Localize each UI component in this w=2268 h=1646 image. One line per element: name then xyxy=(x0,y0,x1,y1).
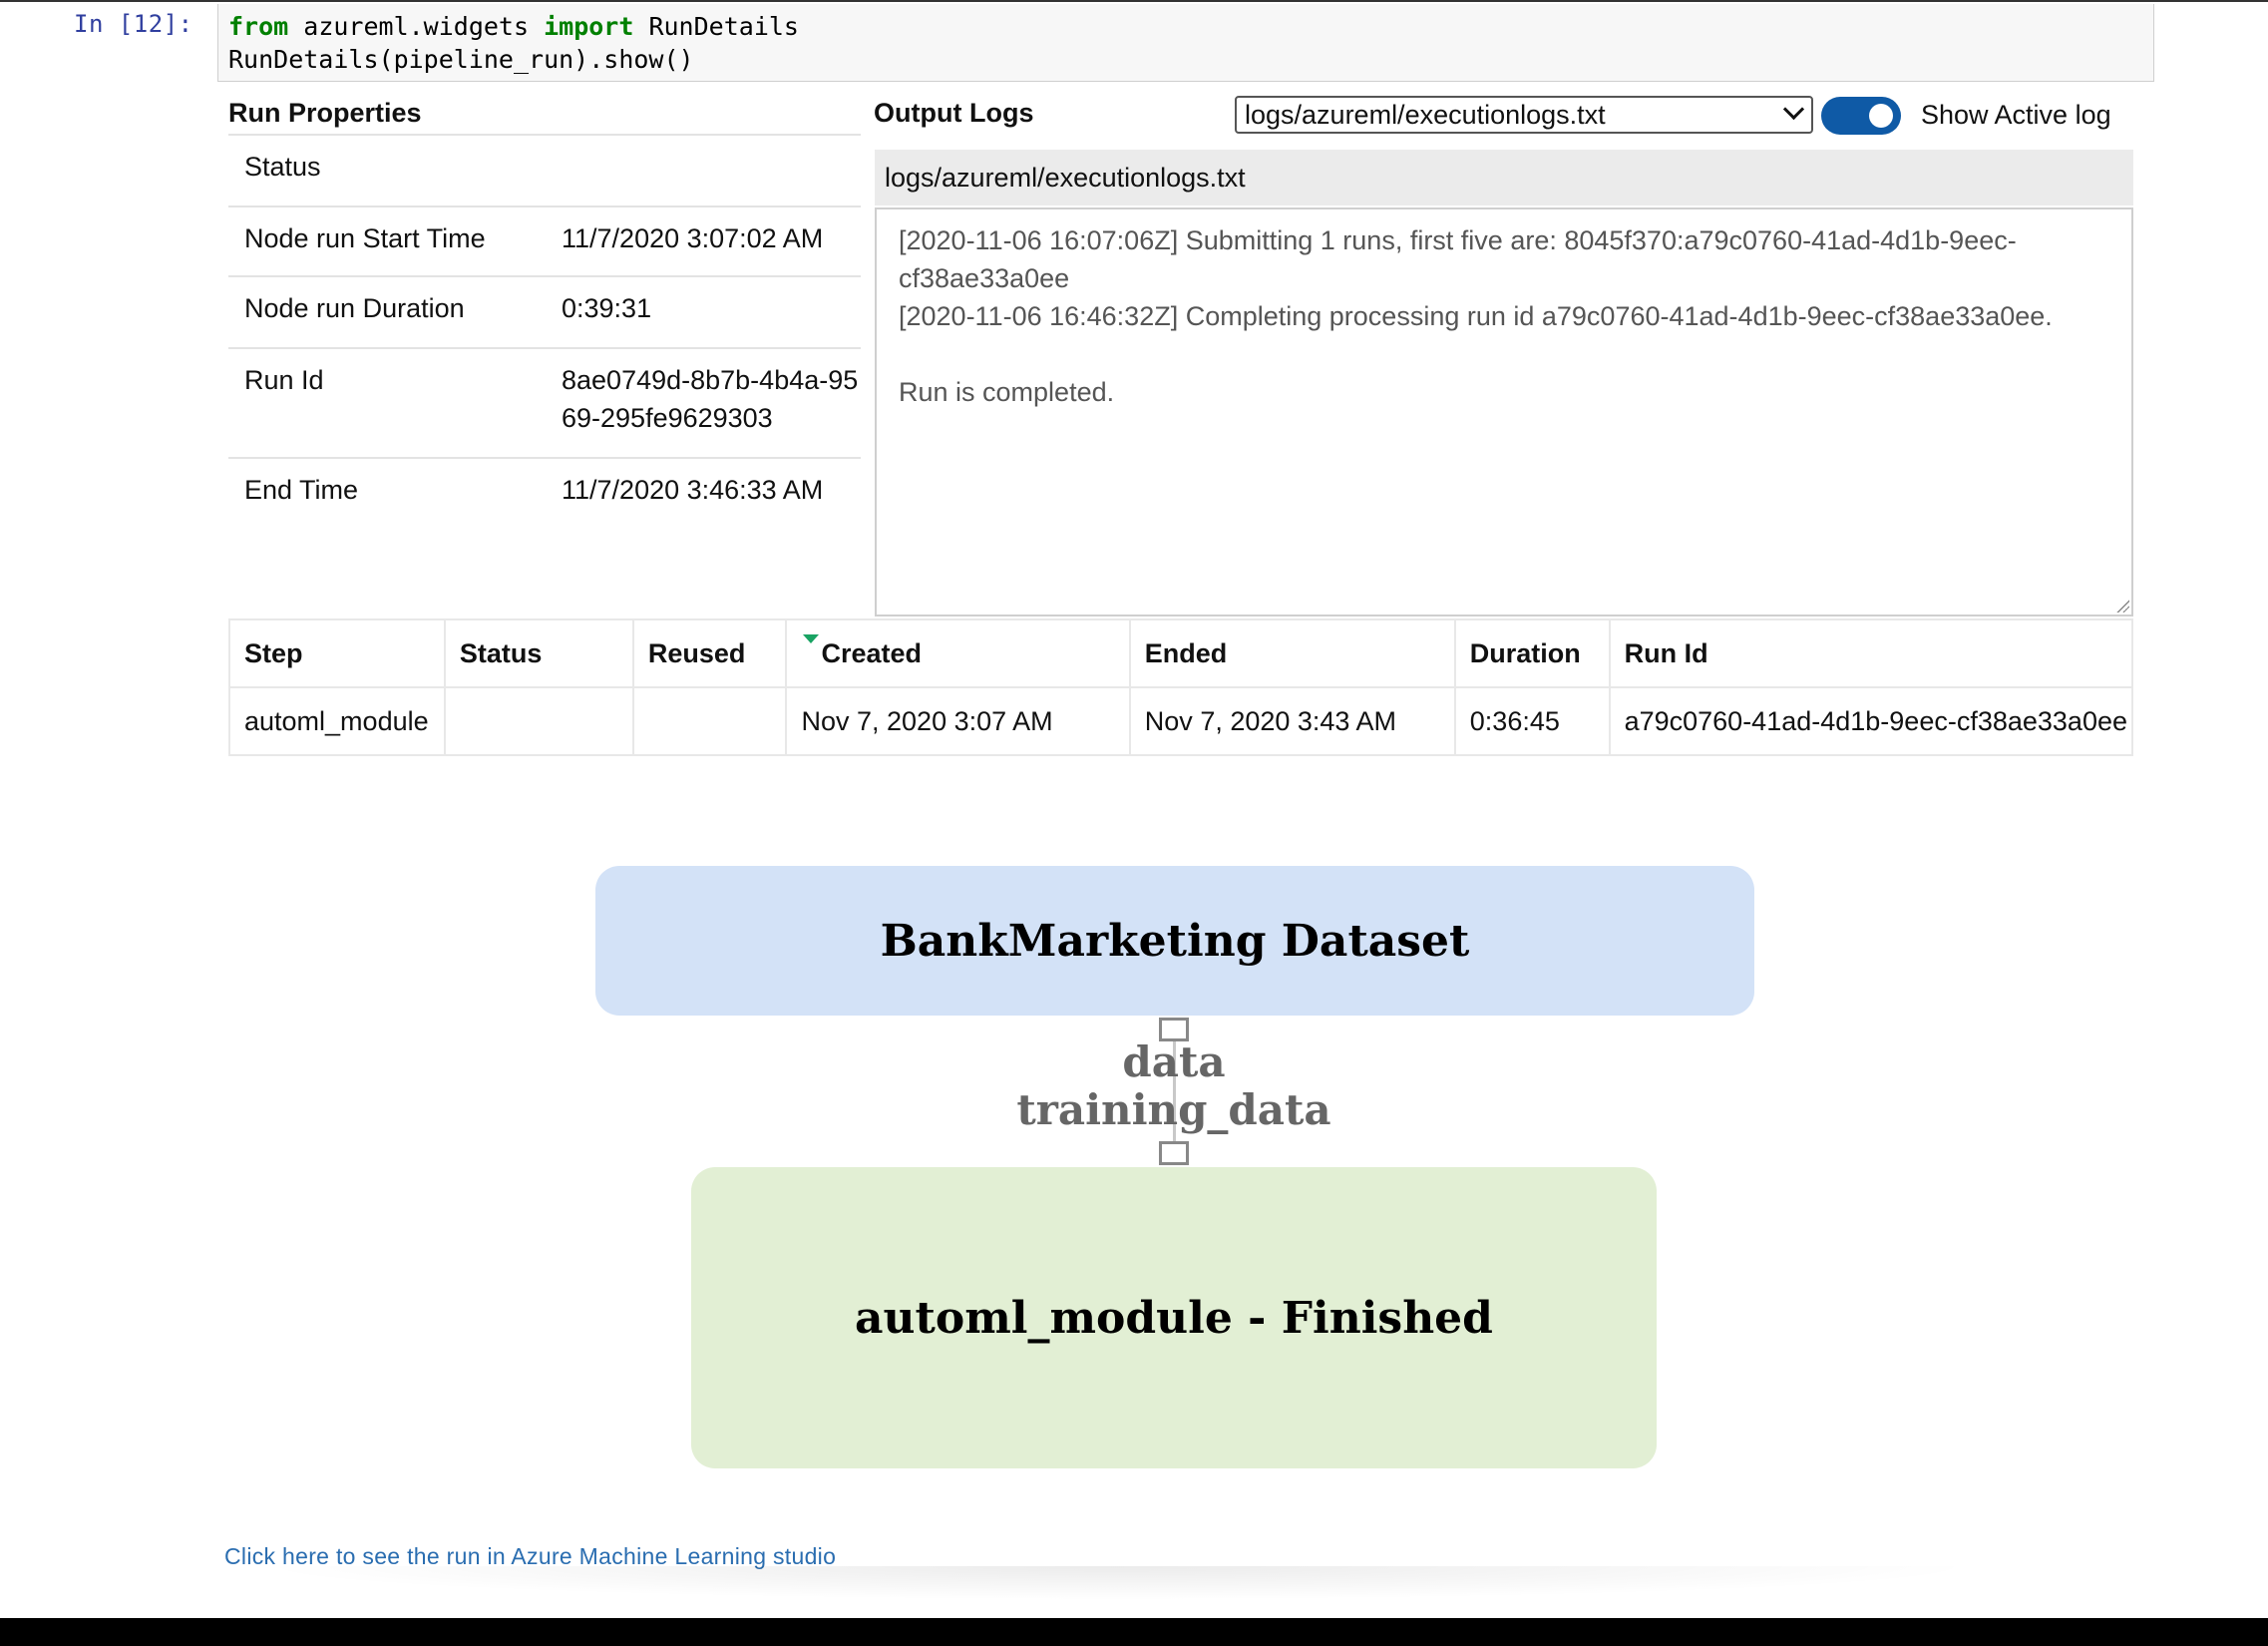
prop-row-duration: Node run Duration 0:39:31 xyxy=(228,277,861,349)
prop-key: Status xyxy=(244,152,321,182)
column-header-created[interactable]: Created xyxy=(785,618,1131,688)
chevron-down-icon xyxy=(1782,98,1805,121)
log-file-select-value: logs/azureml/executionlogs.txt xyxy=(1245,100,1606,130)
prop-row-end-time: End Time 11/7/2020 3:46:33 AM xyxy=(228,459,861,529)
column-header-ended[interactable]: Ended xyxy=(1128,618,1456,688)
log-textarea[interactable]: [2020-11-06 16:07:06Z] Submitting 1 runs… xyxy=(875,207,2133,617)
column-header-run-id[interactable]: Run Id xyxy=(1608,618,2134,688)
prop-key: Node run Start Time xyxy=(244,223,486,253)
bottom-bar xyxy=(0,1618,2268,1646)
cell-created: Nov 7, 2020 3:07 AM xyxy=(785,686,1131,756)
steps-table: Step Status Reused Created Ended Duratio… xyxy=(228,618,2134,756)
code-module: azureml.widgets xyxy=(288,12,545,41)
output-port-label: data xyxy=(1122,1037,1226,1086)
toggle-knob xyxy=(1869,104,1893,128)
dataset-node[interactable]: BankMarketing Dataset xyxy=(595,866,1754,1016)
input-port-label: training_data xyxy=(1016,1085,1331,1134)
log-header: logs/azureml/executionlogs.txt xyxy=(875,150,2133,206)
keyword-import: import xyxy=(544,12,634,41)
resize-handle-icon[interactable] xyxy=(2115,599,2129,613)
cell-status xyxy=(443,686,634,756)
column-header-created-label: Created xyxy=(821,637,923,668)
prop-value: 11/7/2020 3:46:33 AM xyxy=(562,475,824,505)
output-logs-title: Output Logs xyxy=(874,98,1034,128)
code-cell[interactable]: from azureml.widgets import RunDetails R… xyxy=(217,4,2154,82)
prop-key: Run Id xyxy=(244,365,324,395)
code-line-2: RunDetails(pipeline_run).show() xyxy=(228,45,694,74)
module-node-label: automl_module - Finished xyxy=(855,1292,1493,1344)
keyword-from: from xyxy=(228,12,289,41)
table-header-row: Step Status Reused Created Ended Duratio… xyxy=(228,618,2134,688)
cell-reused xyxy=(631,686,788,756)
prop-row-run-id: Run Id 8ae0749d-8b7b-4b4a-9569-295fe9629… xyxy=(228,349,861,459)
cell-ended: Nov 7, 2020 3:43 AM xyxy=(1128,686,1456,756)
prop-value: 0:39:31 xyxy=(562,293,652,323)
module-node[interactable]: automl_module - Finished xyxy=(691,1167,1657,1468)
code-import-name: RunDetails xyxy=(633,12,799,41)
input-port xyxy=(1159,1141,1189,1165)
output-shadow xyxy=(249,1566,1985,1600)
log-content: [2020-11-06 16:07:06Z] Submitting 1 runs… xyxy=(899,225,2053,407)
cell-prompt: In [12]: xyxy=(74,10,193,38)
prop-key: Node run Duration xyxy=(244,293,465,323)
show-active-log-toggle[interactable] xyxy=(1821,97,1901,135)
cell-duration: 0:36:45 xyxy=(1453,686,1611,756)
column-header-status[interactable]: Status xyxy=(443,618,634,688)
prop-value: 8ae0749d-8b7b-4b4a-9569-295fe9629303 xyxy=(562,365,859,433)
show-active-log-label: Show Active log xyxy=(1921,100,2111,130)
run-properties-title: Run Properties xyxy=(228,98,422,128)
log-file-select[interactable]: logs/azureml/executionlogs.txt xyxy=(1235,96,1813,134)
cell-top-border xyxy=(0,0,2268,2)
cell-run-id: a79c0760-41ad-4d1b-9eec-cf38ae33a0ee xyxy=(1608,686,2134,756)
cell-step: automl_module xyxy=(228,686,446,756)
table-row[interactable]: automl_module Nov 7, 2020 3:07 AM Nov 7,… xyxy=(228,686,2134,756)
sort-descending-icon xyxy=(803,634,820,643)
prop-row-start-time: Node run Start Time 11/7/2020 3:07:02 AM xyxy=(228,207,861,277)
prop-key: End Time xyxy=(244,475,359,505)
column-header-duration[interactable]: Duration xyxy=(1453,618,1611,688)
dataset-node-label: BankMarketing Dataset xyxy=(880,915,1470,967)
column-header-step[interactable]: Step xyxy=(228,618,446,688)
column-header-reused[interactable]: Reused xyxy=(631,618,788,688)
prop-value: 11/7/2020 3:07:02 AM xyxy=(562,223,824,253)
prop-row-status: Status xyxy=(228,136,861,207)
